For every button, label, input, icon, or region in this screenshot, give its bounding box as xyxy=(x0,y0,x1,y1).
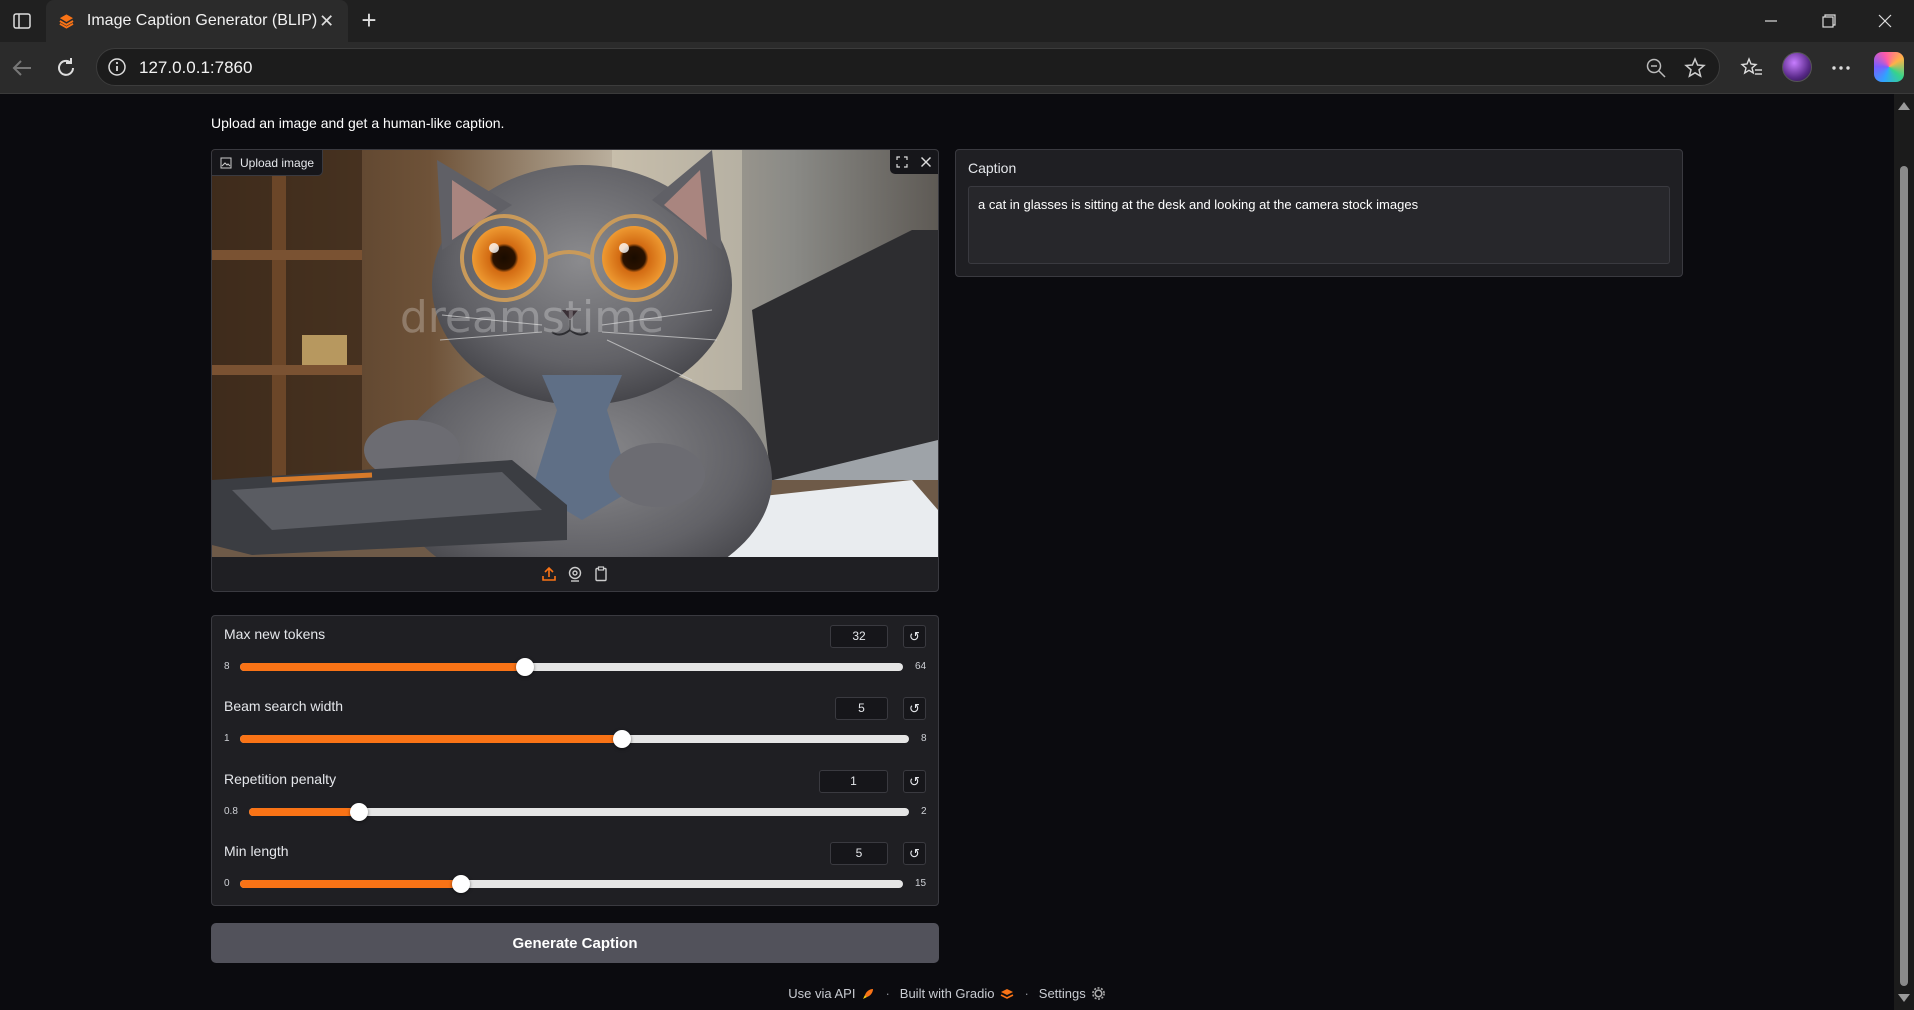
image-source-bar xyxy=(212,557,938,591)
gradio-logo-icon xyxy=(1000,987,1014,1001)
image-input-panel[interactable]: dreamstime Upload image xyxy=(211,149,939,592)
slider-label: Beam search width xyxy=(224,698,344,714)
slider-max-new-tokens: Max new tokens 32 ↺ 8 64 xyxy=(212,616,938,686)
url-text: 127.0.0.1:7860 xyxy=(139,58,253,77)
slider-min-length: Min length 5 ↺ 0 15 xyxy=(212,833,938,903)
window-close-icon[interactable] xyxy=(1856,0,1914,42)
upload-image-label: Upload image xyxy=(212,150,324,176)
gradio-favicon-icon xyxy=(59,14,74,29)
page-scrollbar[interactable] xyxy=(1894,94,1914,1010)
slider-handle[interactable] xyxy=(350,803,369,821)
settings-link[interactable]: Settings xyxy=(1039,986,1086,1001)
copilot-icon[interactable] xyxy=(1874,52,1904,82)
favorite-star-icon[interactable] xyxy=(1683,56,1707,80)
reload-icon[interactable] xyxy=(52,54,80,82)
browser-tab[interactable]: Image Caption Generator (BLIP) ✕ xyxy=(46,0,348,42)
slider-min: 8 xyxy=(224,661,230,672)
webcam-icon[interactable] xyxy=(566,565,584,583)
image-actions xyxy=(890,150,938,174)
watermark: dreamstime xyxy=(400,292,664,343)
fullscreen-icon[interactable] xyxy=(890,150,914,174)
upload-icon[interactable] xyxy=(540,565,558,583)
slider-fill xyxy=(249,808,360,816)
slider-max: 64 xyxy=(915,661,927,672)
reset-icon[interactable]: ↺ xyxy=(903,697,926,720)
generate-caption-button[interactable]: Generate Caption xyxy=(211,923,939,963)
number-input[interactable]: 32 xyxy=(830,625,888,648)
clipboard-icon[interactable] xyxy=(592,565,610,583)
address-bar[interactable]: 127.0.0.1:7860 xyxy=(96,48,1720,86)
gear-icon[interactable] xyxy=(1092,987,1106,1001)
minimize-icon[interactable] xyxy=(1742,0,1800,42)
slider-max: 2 xyxy=(921,806,927,817)
slider-fill xyxy=(240,663,526,671)
footer: Use via API · Built with Gradio · Settin… xyxy=(0,986,1894,1001)
slider-track[interactable] xyxy=(240,658,903,676)
intro-text: Upload an image and get a human-like cap… xyxy=(211,115,505,131)
slider-repetition-penalty: Repetition penalty 1 ↺ 0.8 2 xyxy=(212,761,938,831)
uploaded-image: dreamstime xyxy=(212,150,938,557)
slider-handle[interactable] xyxy=(612,730,631,748)
slider-fill xyxy=(240,880,461,888)
slider-label: Max new tokens xyxy=(224,626,326,642)
new-tab-button[interactable]: + xyxy=(356,7,382,34)
back-icon[interactable] xyxy=(8,54,36,82)
scrollbar-thumb[interactable] xyxy=(1900,166,1908,986)
slider-track[interactable] xyxy=(240,730,909,748)
number-input[interactable]: 5 xyxy=(830,842,888,865)
slider-label: Min length xyxy=(224,843,289,859)
reset-icon[interactable]: ↺ xyxy=(903,842,926,865)
image-icon xyxy=(220,157,232,168)
built-with-gradio-link[interactable]: Built with Gradio xyxy=(900,986,995,1001)
browser-toolbar: 127.0.0.1:7860 xyxy=(0,42,1914,94)
slider-handle[interactable] xyxy=(516,658,535,676)
caption-textbox[interactable]: a cat in glasses is sitting at the desk … xyxy=(968,186,1670,264)
favorites-icon[interactable] xyxy=(1738,54,1766,82)
slider-track[interactable] xyxy=(249,803,909,821)
tab-title: Image Caption Generator (BLIP) xyxy=(86,12,318,29)
slider-max: 15 xyxy=(915,878,927,889)
separator: · xyxy=(1024,986,1029,1001)
slider-track[interactable] xyxy=(240,875,903,893)
tab-close-icon[interactable]: ✕ xyxy=(317,11,336,31)
scroll-down-icon[interactable] xyxy=(1898,994,1910,1002)
rocket-icon xyxy=(861,987,875,1001)
upload-image-label-text: Upload image xyxy=(240,155,315,170)
number-input[interactable]: 5 xyxy=(835,697,888,720)
tab-actions-icon[interactable] xyxy=(8,8,36,34)
profile-avatar[interactable] xyxy=(1782,52,1812,82)
reset-icon[interactable]: ↺ xyxy=(903,625,926,648)
slider-label: Repetition penalty xyxy=(224,771,337,787)
browser-tabbar: Image Caption Generator (BLIP) ✕ + xyxy=(0,0,1914,42)
parameters-panel: Max new tokens 32 ↺ 8 64 Beam search wid… xyxy=(211,615,939,906)
slider-handle[interactable] xyxy=(451,875,470,893)
slider-min: 0 xyxy=(224,878,230,889)
slider-max: 8 xyxy=(921,733,927,744)
caption-panel: Caption a cat in glasses is sitting at t… xyxy=(955,149,1683,277)
use-via-api-link[interactable]: Use via API xyxy=(788,986,855,1001)
clear-image-icon[interactable] xyxy=(914,150,938,174)
restore-icon[interactable] xyxy=(1800,0,1858,42)
scroll-up-icon[interactable] xyxy=(1898,102,1910,110)
reset-icon[interactable]: ↺ xyxy=(903,770,926,793)
page-viewport: Upload an image and get a human-like cap… xyxy=(0,94,1894,1010)
slider-min: 1 xyxy=(224,733,230,744)
more-menu-icon[interactable] xyxy=(1827,54,1855,82)
separator: · xyxy=(885,986,890,1001)
caption-label: Caption xyxy=(968,160,1017,176)
zoom-icon[interactable] xyxy=(1645,57,1667,79)
site-info-icon[interactable] xyxy=(107,57,127,77)
slider-fill xyxy=(240,735,622,743)
slider-beam-search-width: Beam search width 5 ↺ 1 8 xyxy=(212,688,938,758)
slider-min: 0.8 xyxy=(224,806,238,817)
number-input[interactable]: 1 xyxy=(819,770,888,793)
